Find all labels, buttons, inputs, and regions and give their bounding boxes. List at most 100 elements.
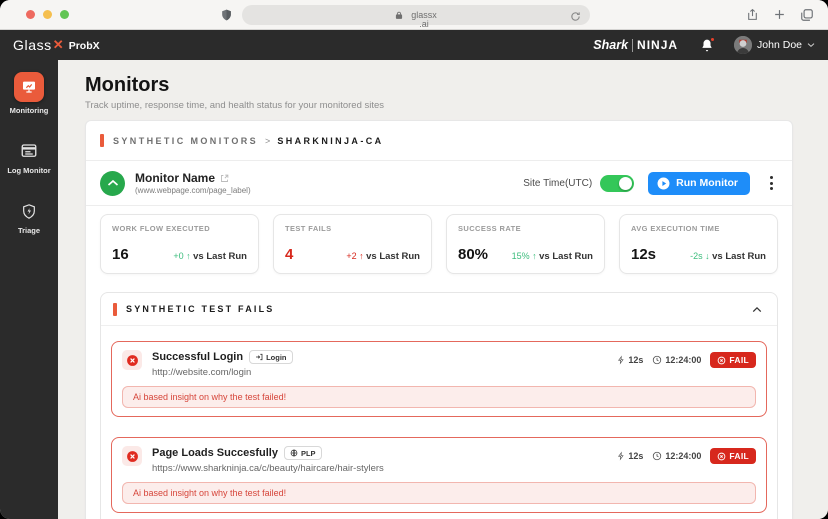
main-content: Monitors Track uptime, response time, an…	[58, 60, 828, 519]
test-title: Page Loads Succesfully	[152, 447, 278, 459]
more-options-kebab-icon[interactable]	[765, 173, 778, 193]
collapse-section-button[interactable]	[749, 303, 765, 316]
new-tab-plus-icon[interactable]	[773, 8, 786, 26]
lock-icon	[395, 11, 403, 20]
breadcrumb: SYNTHETIC MONITORS > SHARKNINJA-CA	[86, 121, 792, 161]
test-type-badge: PLP	[283, 446, 322, 460]
user-name: John Doe	[757, 39, 802, 51]
breadcrumb-parent-link[interactable]: SYNTHETIC MONITORS	[113, 136, 258, 146]
globe-icon	[290, 449, 298, 457]
stat-card-avg-execution: AVG EXECUTION TIME 12s -2s ↓ vs Last Run	[619, 214, 778, 274]
privacy-shield-icon[interactable]	[220, 8, 233, 27]
play-icon	[657, 177, 670, 189]
tab-overview-icon[interactable]	[800, 8, 814, 27]
traffic-lights	[26, 10, 69, 19]
sidebar-item-triage[interactable]: Triage	[18, 200, 40, 235]
page-title: Monitors	[85, 74, 170, 96]
partner-text-ninja: NINJA	[637, 38, 679, 52]
duration: 12s	[617, 451, 643, 461]
sharkninja-logo: Shark NINJA	[593, 38, 678, 52]
chevron-up-icon	[752, 306, 762, 312]
log-monitor-icon	[20, 140, 38, 162]
stat-delta: -2s ↓ vs Last Run	[690, 251, 766, 262]
monitor-expand-toggle[interactable]	[100, 170, 125, 196]
monitoring-icon	[14, 72, 44, 102]
ai-insight-bar: Ai based insight on why the test failed!	[122, 386, 756, 408]
test-info: Successful Login Login http://website.co…	[152, 350, 293, 378]
browser-window: glassx .ai Glass ✕ ProbX Shark NINJA Joh…	[0, 0, 828, 519]
triage-shield-icon	[21, 200, 37, 222]
accent-bar	[113, 302, 117, 316]
breadcrumb-current: SHARKNINJA-CA	[277, 135, 384, 146]
timestamp: 12:24:00	[652, 451, 701, 461]
partner-text-shark: Shark	[593, 38, 629, 52]
section-title: SYNTHETIC TEST FAILS	[126, 304, 275, 314]
status-badge-fail: FAIL	[710, 448, 756, 464]
ai-insight-bar: Ai based insight on why the test failed!	[122, 482, 756, 504]
monitors-panel: SYNTHETIC MONITORS > SHARKNINJA-CA Monit…	[85, 120, 793, 519]
sidebar-item-monitoring[interactable]: Monitoring	[9, 72, 49, 115]
stat-value: 4	[285, 246, 294, 263]
toggle-knob	[619, 176, 633, 190]
test-fail-list: Successful Login Login http://website.co…	[101, 326, 777, 519]
sidebar-label: Log Monitor	[7, 166, 51, 175]
status-badge-fail: FAIL	[710, 352, 756, 368]
stat-label: TEST FAILS	[285, 224, 332, 233]
monitor-name: Monitor Name	[135, 171, 216, 185]
minimize-window-button[interactable]	[43, 10, 52, 19]
glassx-logo[interactable]: Glass ✕ ProbX	[13, 37, 100, 53]
stats-row: WORK FLOW EXECUTED 16 +0 ↑ vs Last Run T…	[86, 206, 792, 284]
logo-divider	[632, 38, 634, 52]
clock-icon	[653, 451, 662, 461]
run-monitor-button[interactable]: Run Monitor	[648, 171, 750, 195]
monitor-info: Monitor Name (www.webpage.com/page_label…	[135, 171, 251, 195]
sidebar-label: Monitoring	[9, 106, 49, 115]
stat-label: AVG EXECUTION TIME	[631, 224, 720, 233]
stat-label: WORK FLOW EXECUTED	[112, 224, 211, 233]
chevron-down-icon	[807, 43, 815, 48]
close-window-button[interactable]	[26, 10, 35, 19]
monitor-header-row: Monitor Name (www.webpage.com/page_label…	[86, 161, 792, 206]
stat-card-workflows: WORK FLOW EXECUTED 16 +0 ↑ vs Last Run	[100, 214, 259, 274]
lightning-icon	[618, 451, 624, 461]
error-status-icon	[122, 350, 142, 370]
maximize-window-button[interactable]	[60, 10, 69, 19]
test-title: Successful Login	[152, 351, 244, 363]
test-fail-card: Page Loads Succesfully PLP https://www.s…	[111, 437, 767, 513]
stat-delta: 15% ↑ vs Last Run	[511, 251, 593, 262]
x-circle-icon	[718, 356, 726, 364]
refresh-icon[interactable]	[570, 9, 581, 27]
test-url: https://www.sharkninja.ca/c/beauty/hairc…	[152, 463, 384, 474]
logo-text-glass: Glass	[13, 37, 52, 53]
test-fail-card: Successful Login Login http://website.co…	[111, 341, 767, 417]
test-info: Page Loads Succesfully PLP https://www.s…	[152, 446, 384, 474]
notifications-bell-icon[interactable]	[700, 36, 716, 53]
sidebar-item-log-monitor[interactable]: Log Monitor	[7, 140, 51, 175]
share-icon[interactable]	[746, 7, 759, 27]
sidebar: Monitoring Log Monitor Triage	[0, 60, 58, 519]
monitor-url: (www.webpage.com/page_label)	[135, 186, 251, 195]
sidebar-label: Triage	[17, 226, 41, 235]
section-header: SYNTHETIC TEST FAILS	[101, 293, 777, 326]
stat-delta: +2 ↑ vs Last Run	[346, 251, 420, 262]
logo-text-probx: ProbX	[68, 40, 100, 52]
stat-card-success-rate: SUCCESS RATE 80% 15% ↑ vs Last Run	[446, 214, 605, 274]
url-text: glassx .ai	[411, 9, 437, 29]
site-time-toggle[interactable]	[600, 174, 635, 192]
glassx-x-icon: ✕	[52, 37, 64, 52]
notification-dot	[710, 36, 716, 42]
user-menu[interactable]: John Doe	[734, 36, 815, 54]
stat-value: 12s	[631, 246, 657, 263]
site-time-label: Site Time(UTC)	[523, 177, 593, 189]
external-link-icon[interactable]	[220, 174, 229, 183]
page-subtitle: Track uptime, response time, and health …	[85, 100, 385, 111]
lightning-icon	[618, 355, 624, 365]
breadcrumb-separator: >	[265, 135, 271, 146]
x-circle-icon	[718, 452, 726, 460]
error-status-icon	[122, 446, 142, 466]
test-meta: 12s 12:24:00 FAIL	[617, 448, 756, 464]
duration: 12s	[617, 355, 643, 365]
test-meta: 12s 12:24:00 FAIL	[617, 352, 756, 368]
browser-toolbar: glassx .ai	[0, 0, 828, 30]
address-bar[interactable]: glassx .ai	[242, 5, 590, 28]
